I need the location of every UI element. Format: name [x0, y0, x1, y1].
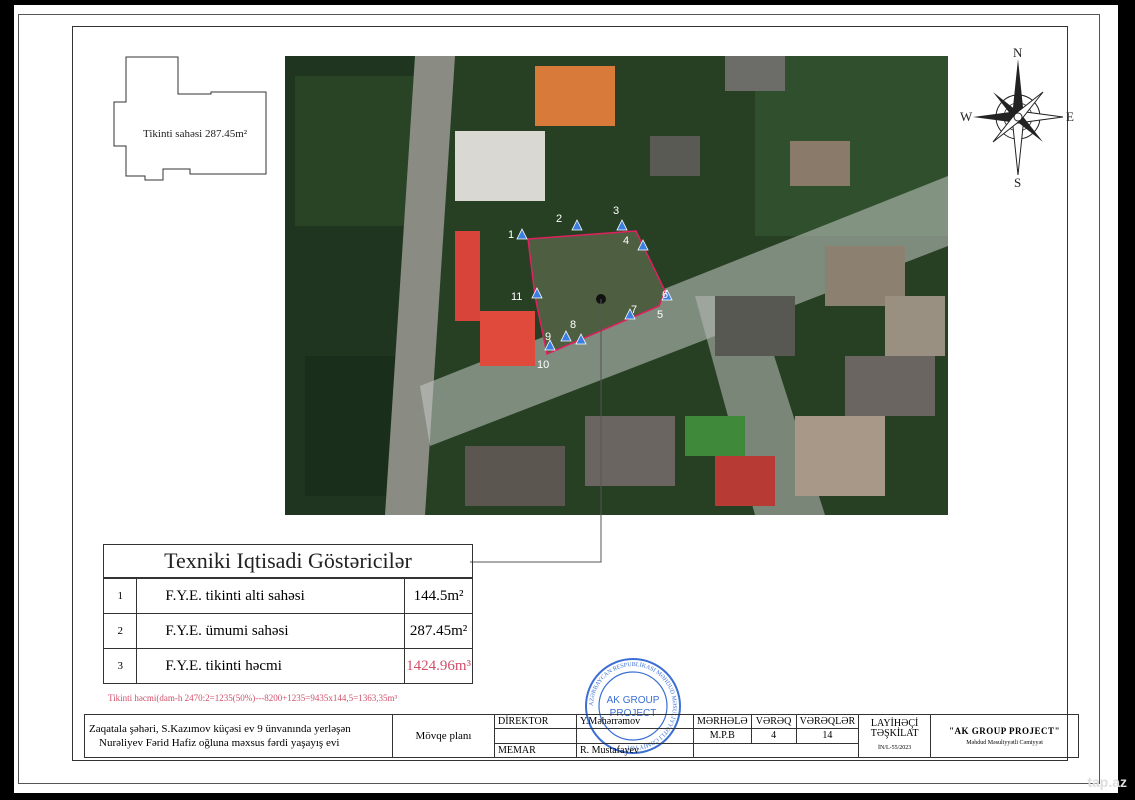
point-label: 4: [623, 235, 629, 247]
row-value: 144.5m²: [404, 578, 473, 614]
sheet-header: VƏRƏQ: [750, 713, 797, 730]
director-role: DİREKTOR: [494, 713, 577, 730]
point-label: 6: [662, 289, 668, 301]
company-name: "AK GROUP PROJECT": [949, 726, 1061, 736]
point-label: 3: [613, 205, 619, 217]
tei-table: Texniki Iqtisadi Göstəricilər 1 F.Y.E. t…: [102, 544, 473, 684]
row-label: F.Y.E. tikinti həcmi: [136, 648, 406, 684]
point-label: 9: [545, 331, 551, 343]
sheets-header: VƏRƏQLƏR: [795, 713, 860, 730]
satellite-map: 1 2 3 4 5 6 7 8 9 10 11: [285, 56, 948, 515]
outline-label: Tikinti sahəsi 287.45m²: [143, 128, 248, 140]
building-outline: Tikinti sahəsi 287.45m²: [113, 56, 267, 181]
compass-s: S: [1014, 175, 1021, 190]
row-label: F.Y.E. ümumi sahəsi: [136, 613, 406, 649]
sheet-value: 4: [750, 728, 797, 744]
watermark: tap.az: [1087, 774, 1127, 790]
row-num: 3: [102, 648, 138, 684]
sheet-title: Mövqe planı: [392, 714, 495, 758]
row-value-accent: 1424.96m³: [404, 648, 473, 684]
point-label: 8: [570, 319, 576, 331]
tei-title: Texniki Iqtisadi Göstəricilər: [103, 544, 473, 578]
point-label: 5: [657, 309, 663, 321]
point-label: 2: [556, 213, 562, 225]
row-value: 287.45m²: [404, 613, 473, 649]
empty-cell: [692, 742, 860, 759]
stage-header: MƏRHƏLƏ: [693, 713, 752, 730]
point-label: 7: [631, 304, 637, 316]
table-row: 3 F.Y.E. tikinti həcmi 1424.96m³: [102, 648, 473, 684]
volume-formula: Tikinti həcmi(dam-h 2470:2=1235(50%)---8…: [108, 693, 398, 703]
org-header-2: TƏŞKİLAT: [870, 728, 919, 739]
row-num: 1: [102, 578, 138, 614]
point-label: 11: [511, 291, 522, 303]
row-num: 2: [102, 613, 138, 649]
point-label: 1: [508, 229, 514, 241]
license-number: İN/L-55/2023: [877, 745, 912, 751]
title-block: Zaqatala şəhəri, S.Kazımov küçəsi ev 9 ü…: [84, 713, 1079, 759]
table-row: 1 F.Y.E. tikinti alti sahəsi 144.5m²: [102, 578, 473, 614]
compass-e: E: [1066, 109, 1074, 124]
compass-w: W: [960, 109, 973, 124]
point-label: 10: [537, 359, 549, 371]
sheets-value: 14: [795, 728, 860, 744]
address-line-1: Zaqatala şəhəri, S.Kazımov küçəsi ev 9 ü…: [89, 723, 351, 735]
row-label: F.Y.E. tikinti alti sahəsi: [136, 578, 406, 614]
company-subtitle: Məhdud Məsuliyyətli Cəmiyyət: [966, 740, 1043, 746]
empty-cell: [576, 728, 694, 744]
table-row: 2 F.Y.E. ümumi sahəsi 287.45m²: [102, 613, 473, 649]
compass-n: N: [1013, 45, 1023, 60]
empty-cell: [494, 728, 577, 744]
company-cell: "AK GROUP PROJECT" Məhdud Məsuliyyətli C…: [930, 714, 1079, 758]
address-cell: Zaqatala şəhəri, S.Kazımov küçəsi ev 9 ü…: [84, 714, 393, 758]
org-cell: LAYİHƏÇİ TƏŞKİLAT İN/L-55/2023: [858, 714, 932, 758]
architect-name: R. Mustafayev: [576, 742, 694, 759]
director-name: Y.Məhərrəmov: [576, 713, 694, 730]
stage-value: M.P.B: [693, 728, 752, 744]
architect-role: MEMAR: [494, 742, 577, 759]
address-line-2: Nurəliyev Fərid Hafiz oğluna məxsus fərd…: [99, 737, 340, 749]
compass-rose-icon: N S E W: [960, 45, 1074, 190]
leader-line: [470, 505, 602, 563]
stamp-text-top: AK GROUP: [607, 695, 660, 706]
